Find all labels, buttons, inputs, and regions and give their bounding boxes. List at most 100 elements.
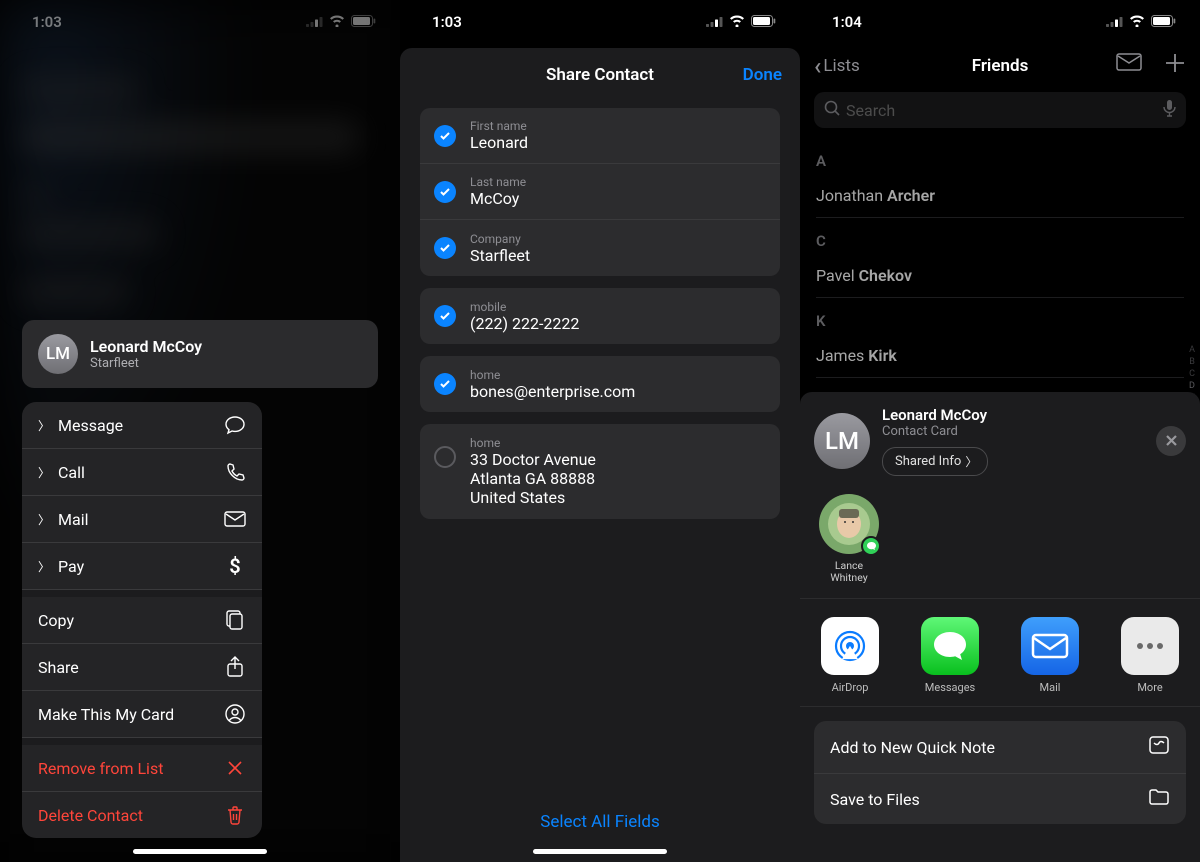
chevron-right-icon: 〉	[38, 464, 50, 481]
share-apps-row: AirDrop Messages Mail More	[800, 599, 1200, 707]
x-icon	[224, 757, 246, 779]
unchecked-circle-icon[interactable]	[434, 446, 456, 468]
avatar: LM	[38, 334, 78, 374]
close-button[interactable]	[1156, 426, 1186, 456]
chevron-right-icon: 〉	[38, 558, 50, 575]
contact-preview-chip[interactable]: LM Leonard McCoy Starfleet	[22, 320, 378, 388]
select-all-fields-button[interactable]: Select All Fields	[400, 812, 800, 832]
checkmark-icon[interactable]	[434, 237, 456, 259]
action-quick-note[interactable]: Add to New Quick Note	[814, 721, 1186, 774]
status-time: 1:04	[832, 13, 862, 31]
menu-label: Delete Contact	[38, 806, 143, 825]
person-circle-icon	[224, 703, 246, 725]
share-app-airdrop[interactable]: AirDrop	[814, 617, 886, 694]
field-last-name[interactable]: Last nameMcCoy	[420, 164, 780, 220]
envelope-icon	[224, 508, 246, 530]
field-value: bones@enterprise.com	[470, 382, 635, 401]
menu-label: Make This My Card	[38, 705, 174, 724]
field-first-name[interactable]: First nameLeonard	[420, 108, 780, 164]
menu-copy[interactable]: Copy	[22, 597, 262, 644]
avatar: LM	[814, 413, 870, 469]
field-home-email[interactable]: homebones@enterprise.com	[420, 356, 780, 412]
share-icon	[224, 656, 246, 678]
app-label: More	[1114, 681, 1186, 694]
done-button[interactable]: Done	[743, 65, 782, 85]
home-indicator[interactable]	[533, 849, 667, 854]
share-action-list: Add to New Quick Note Save to Files	[814, 721, 1186, 824]
checkmark-icon[interactable]	[434, 125, 456, 147]
messages-icon	[921, 617, 979, 675]
field-group-email: homebones@enterprise.com	[420, 356, 780, 412]
status-bar: 1:03	[400, 0, 800, 44]
field-value: McCoy	[470, 189, 526, 208]
status-time: 1:03	[432, 13, 462, 31]
share-contact-sheet: Share Contact Done First nameLeonard Las…	[400, 48, 800, 862]
index-letter[interactable]: D	[1186, 380, 1198, 392]
mail-icon	[1021, 617, 1079, 675]
x-icon	[1165, 432, 1178, 451]
avatar-initials: LM	[825, 427, 859, 455]
cellular-icon	[1106, 13, 1123, 31]
field-mobile[interactable]: mobile(222) 222-2222	[420, 288, 780, 344]
menu-label: Call	[58, 463, 85, 482]
recent-contacts-row: Lance Whitney	[800, 476, 1200, 599]
blurred-content-placeholder	[20, 60, 380, 300]
share-app-more[interactable]: More	[1114, 617, 1186, 694]
field-value: Starfleet	[470, 246, 530, 265]
menu-share[interactable]: Share	[22, 644, 262, 691]
dim-overlay	[800, 88, 1200, 378]
airdrop-icon	[821, 617, 879, 675]
contact-name: Leonard McCoy	[90, 337, 202, 356]
envelope-icon[interactable]	[1116, 52, 1142, 80]
memoji-avatar	[819, 494, 879, 554]
menu-label: Remove from List	[38, 759, 163, 778]
menu-call[interactable]: 〉 Call	[22, 449, 262, 496]
action-save-to-files[interactable]: Save to Files	[814, 774, 1186, 824]
field-label: Company	[470, 232, 530, 246]
copy-icon	[224, 609, 246, 631]
phone-icon	[224, 461, 246, 483]
back-button[interactable]: ‹ Lists	[814, 52, 860, 80]
menu-mail[interactable]: 〉Mail	[22, 496, 262, 543]
status-bar: 1:04	[800, 0, 1200, 44]
cellular-icon	[706, 13, 723, 31]
share-item-subtitle: Contact Card	[882, 424, 988, 439]
checkmark-icon[interactable]	[434, 305, 456, 327]
menu-delete-contact[interactable]: Delete Contact	[22, 792, 262, 838]
sheet-title: Share Contact	[546, 65, 654, 85]
field-home-address[interactable]: home 33 Doctor Avenue Atlanta GA 88888 U…	[420, 424, 780, 519]
field-label: Last name	[470, 175, 526, 189]
field-label: First name	[470, 119, 528, 133]
menu-message[interactable]: 〉Message	[22, 402, 262, 449]
status-icons	[1106, 13, 1176, 31]
recent-contact-lance[interactable]: Lance Whitney	[818, 494, 880, 584]
field-group-address: home 33 Doctor Avenue Atlanta GA 88888 U…	[420, 424, 780, 519]
share-app-messages[interactable]: Messages	[914, 617, 986, 694]
menu-make-my-card[interactable]: Make This My Card	[22, 691, 262, 738]
plus-icon[interactable]	[1164, 52, 1186, 80]
field-label: home	[470, 368, 635, 382]
share-sheet-header: LM Leonard McCoy Contact Card Shared Inf…	[800, 392, 1200, 476]
address-line3: United States	[470, 488, 596, 507]
menu-pay[interactable]: 〉Pay $	[22, 543, 262, 590]
message-icon	[224, 414, 246, 436]
chevron-right-icon: 〉	[965, 453, 977, 470]
chevron-right-icon: 〉	[38, 417, 50, 434]
cellular-icon	[306, 13, 323, 31]
checkmark-icon[interactable]	[434, 373, 456, 395]
share-item-name: Leonard McCoy	[882, 406, 988, 424]
address-line1: 33 Doctor Avenue	[470, 450, 596, 469]
shared-info-label: Shared Info	[895, 454, 961, 469]
screen-share-contact-fields: 1:03 Share Contact Done First nameLeonar…	[400, 0, 800, 862]
share-app-mail[interactable]: Mail	[1014, 617, 1086, 694]
menu-remove-from-list[interactable]: Remove from List	[22, 745, 262, 792]
chevron-left-icon: ‹	[814, 52, 821, 80]
field-company[interactable]: CompanyStarfleet	[420, 220, 780, 276]
menu-label: Copy	[38, 611, 74, 630]
checkmark-icon[interactable]	[434, 181, 456, 203]
nav-bar: ‹ Lists Friends	[800, 44, 1200, 88]
shared-info-button[interactable]: Shared Info 〉	[882, 447, 988, 476]
context-menu: 〉Message 〉 Call 〉Mail 〉Pay $ Copy Share	[22, 402, 262, 838]
home-indicator[interactable]	[133, 849, 267, 854]
quick-note-icon	[1148, 735, 1170, 759]
